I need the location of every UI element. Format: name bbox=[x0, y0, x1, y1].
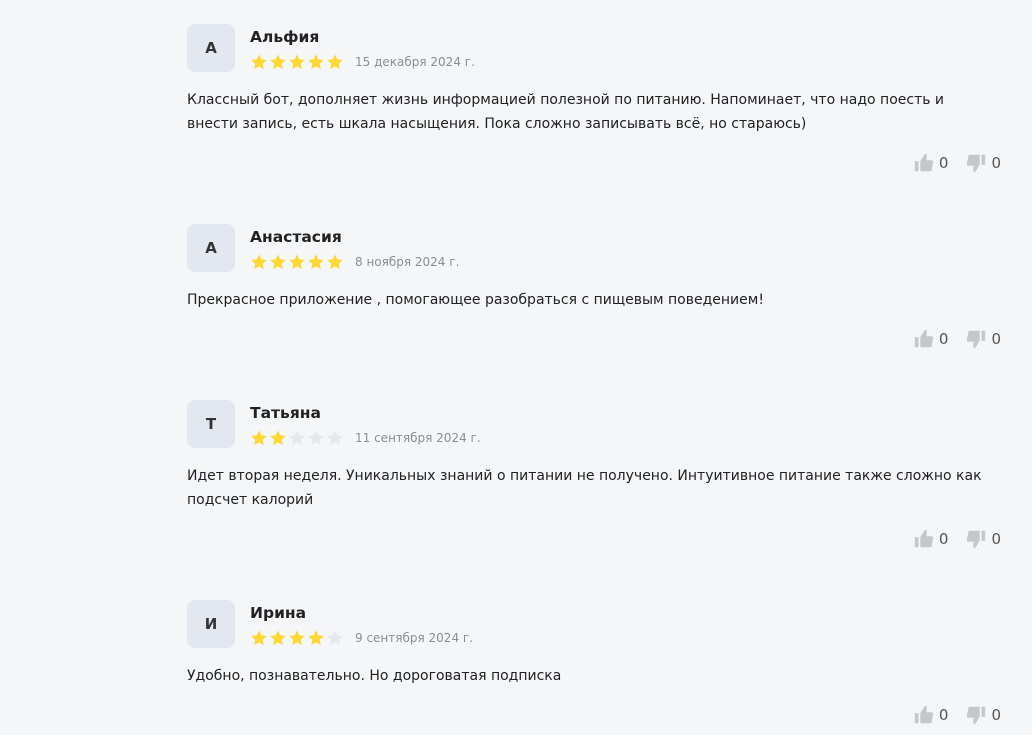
like-button[interactable]: 0 bbox=[913, 528, 949, 550]
review-date: 9 сентября 2024 г. bbox=[355, 631, 474, 645]
review-text: Прекрасное приложение , помогающее разоб… bbox=[187, 292, 764, 308]
like-count: 0 bbox=[938, 706, 949, 724]
star-icon bbox=[308, 630, 324, 646]
like-button[interactable]: 0 bbox=[913, 704, 949, 726]
review-text: Удобно, познавательно. Но дороговатая по… bbox=[187, 668, 562, 684]
dislike-count: 0 bbox=[991, 154, 1001, 172]
like-button[interactable]: 0 bbox=[913, 328, 949, 350]
star-icon bbox=[251, 54, 267, 70]
avatar: И bbox=[187, 600, 235, 648]
review-meta: 11 сентября 2024 г. bbox=[250, 429, 481, 447]
review-votes: 0 0 bbox=[913, 704, 1001, 726]
thumbs-up-icon bbox=[914, 529, 934, 548]
star-icon bbox=[327, 254, 343, 270]
review-votes: 0 0 bbox=[913, 152, 1001, 174]
star-icon bbox=[308, 430, 324, 446]
review-votes: 0 0 bbox=[913, 328, 1001, 350]
reviewer-name: Татьяна bbox=[250, 404, 321, 422]
reviewer-name: Ирина bbox=[250, 604, 307, 622]
review-card: И Ирина 9 сентября 2024 г. Удобно, позна… bbox=[187, 600, 1007, 735]
review-card: Т Татьяна 11 сентября 2024 г. Идет втора… bbox=[187, 400, 1007, 560]
review-date: 11 сентября 2024 г. bbox=[355, 431, 481, 445]
review-meta: 9 сентября 2024 г. bbox=[250, 629, 473, 647]
review-date: 15 декабря 2024 г. bbox=[355, 55, 475, 69]
like-count: 0 bbox=[938, 154, 949, 172]
dislike-count: 0 bbox=[991, 706, 1001, 724]
like-count: 0 bbox=[938, 530, 949, 548]
star-icon bbox=[270, 430, 286, 446]
star-icon bbox=[289, 254, 305, 270]
thumbs-down-icon bbox=[967, 530, 986, 549]
star-icon bbox=[289, 630, 305, 646]
review-card: А Альфия 15 декабря 2024 г. Классный бот… bbox=[187, 24, 1007, 194]
thumbs-down-icon bbox=[967, 706, 986, 725]
review-card: А Анастасия 8 ноября 2024 г. Прекрасное … bbox=[187, 224, 1007, 364]
star-icon bbox=[327, 54, 343, 70]
like-count: 0 bbox=[938, 330, 949, 348]
star-icon bbox=[327, 630, 343, 646]
review-meta: 8 ноября 2024 г. bbox=[250, 253, 459, 271]
star-rating bbox=[250, 629, 344, 647]
thumbs-up-icon bbox=[914, 329, 934, 348]
star-icon bbox=[270, 254, 286, 270]
reviewer-name: Альфия bbox=[250, 28, 320, 46]
avatar: Т bbox=[187, 400, 235, 448]
star-icon bbox=[289, 54, 305, 70]
thumbs-up-icon bbox=[914, 705, 934, 724]
star-icon bbox=[251, 430, 267, 446]
dislike-count: 0 bbox=[991, 330, 1001, 348]
review-text: Классный бот, дополняет жизнь информацие… bbox=[187, 92, 945, 132]
thumbs-up-icon bbox=[914, 153, 934, 172]
thumbs-down-icon bbox=[967, 330, 986, 349]
dislike-button[interactable]: 0 bbox=[965, 528, 1001, 550]
dislike-button[interactable]: 0 bbox=[965, 704, 1001, 726]
review-text: Идет вторая неделя. Уникальных знаний о … bbox=[187, 468, 982, 508]
star-icon bbox=[289, 430, 305, 446]
dislike-count: 0 bbox=[991, 530, 1001, 548]
star-rating bbox=[250, 429, 344, 447]
star-icon bbox=[308, 254, 324, 270]
star-icon bbox=[251, 630, 267, 646]
star-icon bbox=[270, 630, 286, 646]
thumbs-down-icon bbox=[967, 154, 986, 173]
star-icon bbox=[270, 54, 286, 70]
review-date: 8 ноября 2024 г. bbox=[355, 255, 460, 269]
star-rating bbox=[250, 53, 344, 71]
review-meta: 15 декабря 2024 г. bbox=[250, 53, 475, 71]
avatar: А bbox=[187, 24, 235, 72]
star-rating bbox=[250, 253, 344, 271]
star-icon bbox=[308, 54, 324, 70]
like-button[interactable]: 0 bbox=[913, 152, 949, 174]
star-icon bbox=[327, 430, 343, 446]
dislike-button[interactable]: 0 bbox=[965, 328, 1001, 350]
avatar: А bbox=[187, 224, 235, 272]
reviewer-name: Анастасия bbox=[250, 228, 342, 246]
dislike-button[interactable]: 0 bbox=[965, 152, 1001, 174]
review-votes: 0 0 bbox=[913, 528, 1001, 550]
star-icon bbox=[251, 254, 267, 270]
